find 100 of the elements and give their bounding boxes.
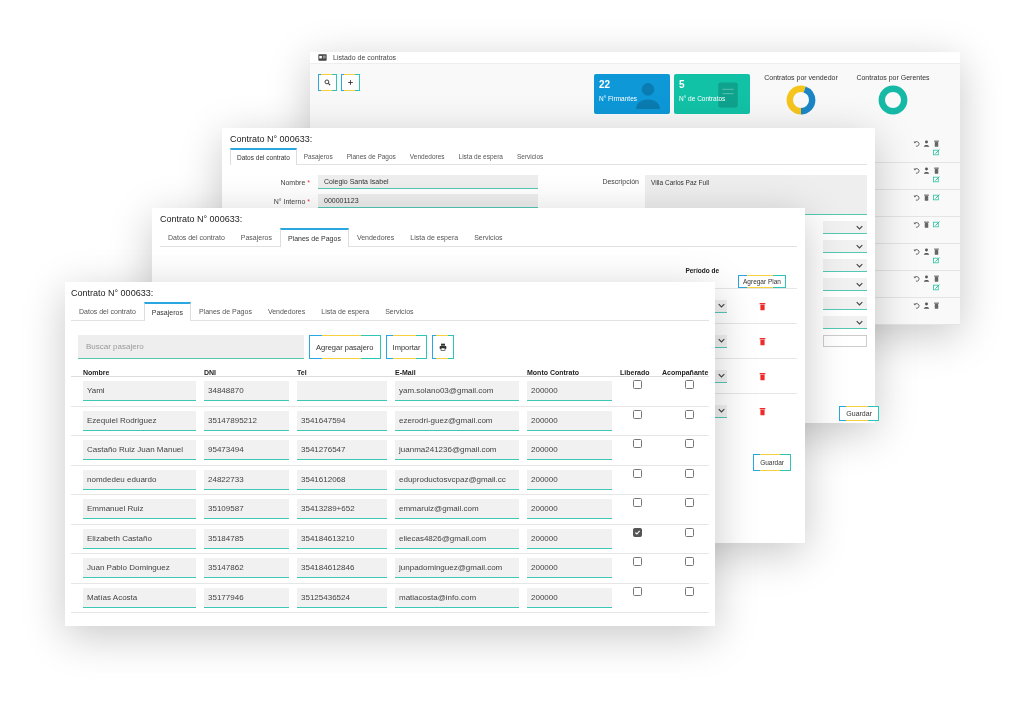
trash-icon bbox=[933, 248, 940, 255]
window-title: Contrato N° 000633: bbox=[71, 288, 155, 298]
trash-icon bbox=[933, 140, 940, 147]
input-field[interactable]: 200000 bbox=[527, 410, 612, 431]
checkbox[interactable] bbox=[632, 409, 642, 419]
window-title: Contrato N° 000633: bbox=[160, 214, 244, 224]
checkbox[interactable] bbox=[632, 380, 642, 389]
input-field[interactable]: 35125436524 bbox=[297, 587, 387, 608]
search-icon bbox=[324, 79, 331, 86]
input-field[interactable]: 200000 bbox=[527, 587, 612, 608]
select-field[interactable] bbox=[823, 297, 867, 310]
input-field[interactable]: 34848870 bbox=[204, 381, 289, 402]
input-field[interactable]: 3541612068 bbox=[297, 469, 387, 490]
trash-icon bbox=[758, 301, 766, 311]
checkbox[interactable] bbox=[632, 468, 642, 478]
checkbox[interactable] bbox=[684, 468, 694, 478]
edit-icon bbox=[933, 221, 940, 228]
chevron-icon bbox=[718, 408, 725, 413]
input-field[interactable]: yam.solano03@gmail.com bbox=[395, 381, 519, 402]
trash-icon bbox=[923, 194, 930, 201]
edit-icon bbox=[933, 176, 940, 183]
input-field[interactable]: 35413289+652 bbox=[297, 499, 387, 520]
checkbox[interactable] bbox=[684, 498, 694, 507]
select-field[interactable] bbox=[823, 221, 867, 234]
select-field[interactable] bbox=[823, 316, 867, 329]
add-button[interactable] bbox=[341, 74, 360, 91]
input-field[interactable]: Juan Pablo Dominguez bbox=[83, 558, 196, 579]
checkbox[interactable] bbox=[632, 557, 642, 566]
input-field[interactable]: 200000 bbox=[527, 440, 612, 461]
input-field[interactable]: Matías Acosta bbox=[83, 587, 196, 608]
input-field[interactable]: 200000 bbox=[527, 381, 612, 402]
checkbox[interactable] bbox=[684, 557, 694, 566]
input-field[interactable]: 35147862 bbox=[204, 558, 289, 579]
undo-arrow-icon bbox=[913, 275, 920, 282]
input-field[interactable]: nomdedeu eduardo bbox=[83, 469, 196, 490]
print-button[interactable] bbox=[432, 335, 455, 359]
edit-icon bbox=[933, 284, 940, 291]
edit-icon bbox=[933, 257, 940, 264]
checkbox[interactable] bbox=[632, 439, 642, 448]
input-field[interactable]: Emmanuel Ruiz bbox=[83, 499, 196, 520]
select-field[interactable] bbox=[823, 259, 867, 272]
person-icon bbox=[923, 302, 930, 309]
select-field[interactable] bbox=[823, 278, 867, 291]
trash-icon bbox=[933, 302, 940, 309]
input-field[interactable]: Elizabeth Castaño bbox=[83, 528, 196, 549]
checkbox[interactable] bbox=[684, 380, 694, 389]
input-field[interactable]: eduproductosvcpaz@gmail.cc bbox=[395, 469, 519, 490]
undo-arrow-icon bbox=[913, 140, 920, 147]
chevron-icon bbox=[856, 300, 863, 306]
stat-value: 5 bbox=[679, 79, 686, 90]
input-field[interactable]: juanma241236@gmail.com bbox=[395, 440, 519, 461]
search-button[interactable] bbox=[318, 74, 337, 91]
input-field[interactable]: 354184612846 bbox=[297, 558, 387, 579]
input-field[interactable]: 24822733 bbox=[204, 469, 289, 490]
input-field[interactable]: 3541276547 bbox=[297, 440, 387, 461]
input-field[interactable]: junpadominguez@gmail.com bbox=[395, 558, 519, 579]
checkbox[interactable] bbox=[632, 527, 642, 537]
checkbox[interactable] bbox=[684, 527, 694, 537]
input-field[interactable]: 95473494 bbox=[204, 440, 289, 461]
undo-arrow-icon bbox=[913, 302, 920, 309]
input-field[interactable]: 35109587 bbox=[204, 499, 289, 520]
input-field[interactable]: 35147895212 bbox=[204, 410, 289, 431]
person-icon bbox=[923, 275, 930, 282]
input-field[interactable]: Yami bbox=[83, 381, 196, 402]
select-field[interactable] bbox=[823, 240, 867, 253]
input-field[interactable]: Ezequiel Rodriguez bbox=[83, 410, 196, 431]
input-field[interactable]: ezerodri-guez@gmail.com bbox=[395, 410, 519, 431]
checkbox[interactable] bbox=[684, 586, 694, 596]
input-field[interactable]: Castaño Ruiz Juan Manuel bbox=[83, 440, 196, 461]
trash-icon bbox=[923, 221, 930, 228]
trash-icon bbox=[758, 336, 766, 346]
input-field[interactable]: matiacosta@info.com bbox=[395, 587, 519, 608]
person-icon bbox=[923, 167, 930, 174]
chevron-icon bbox=[856, 281, 863, 287]
trash-icon bbox=[933, 275, 940, 282]
undo-arrow-icon bbox=[913, 167, 920, 174]
input-field[interactable] bbox=[297, 381, 387, 402]
input-field[interactable]: eliecas4826@gmail.com bbox=[395, 528, 519, 549]
edit-icon bbox=[933, 194, 940, 201]
checkbox[interactable] bbox=[684, 439, 694, 448]
input-field[interactable]: 200000 bbox=[527, 469, 612, 490]
input-field[interactable]: 35184785 bbox=[204, 528, 289, 549]
person-icon bbox=[923, 140, 930, 147]
window-title: Contrato N° 000633: bbox=[230, 134, 314, 144]
input-field[interactable]: 354184613210 bbox=[297, 528, 387, 549]
input-field[interactable]: 200000 bbox=[527, 499, 612, 520]
input-field[interactable]: 3541647594 bbox=[297, 410, 387, 431]
input-field[interactable]: emmaruiz@gmail.com bbox=[395, 499, 519, 520]
input-field[interactable]: 35177946 bbox=[204, 587, 289, 608]
input-field[interactable]: 200000 bbox=[527, 558, 612, 579]
plus-icon bbox=[347, 79, 354, 86]
checkbox[interactable] bbox=[632, 498, 642, 507]
input-field[interactable] bbox=[823, 335, 867, 347]
input-field[interactable]: 200000 bbox=[527, 528, 612, 549]
checkbox[interactable] bbox=[632, 586, 642, 596]
undo-arrow-icon bbox=[913, 248, 920, 255]
trash-icon bbox=[758, 371, 766, 381]
edit-icon bbox=[933, 149, 940, 156]
search-field[interactable]: Buscar pasajero bbox=[78, 335, 304, 359]
checkbox[interactable] bbox=[684, 409, 694, 419]
